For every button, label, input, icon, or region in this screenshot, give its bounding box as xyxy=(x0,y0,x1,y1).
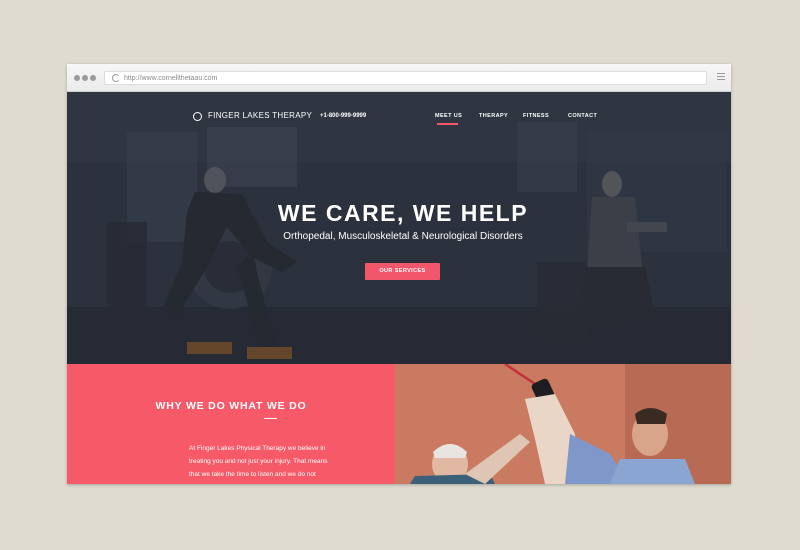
nav-item-therapy[interactable]: THERAPY xyxy=(479,111,508,121)
menu-icon[interactable] xyxy=(717,73,725,83)
browser-window: http://www.cornellthetaau.com FINGER LAK… xyxy=(67,64,731,484)
hero-overlay xyxy=(67,92,731,364)
hero-title: WE CARE, WE HELP xyxy=(277,200,529,226)
hero-subtitle: Orthopedal, Musculoskeletal & Neurologic… xyxy=(283,231,523,242)
nav-item-contact[interactable]: CONTACT xyxy=(568,111,597,121)
why-text-line: At Finger Lakes Physical Therapy we beli… xyxy=(189,445,326,452)
window-dot-close[interactable] xyxy=(74,75,80,81)
our-services-button[interactable]: OUR SERVICES xyxy=(365,263,440,280)
address-bar[interactable]: http://www.cornellthetaau.com xyxy=(104,71,707,85)
why-section: WHY WE DO WHAT WE DO At Finger Lakes Phy… xyxy=(67,364,395,484)
logo-ring-icon[interactable] xyxy=(193,112,202,121)
window-dot-maximize[interactable] xyxy=(90,75,96,81)
browser-chrome: http://www.cornellthetaau.com xyxy=(67,64,731,92)
why-title: WHY WE DO WHAT WE DO xyxy=(155,400,307,412)
why-paragraph: At Finger Lakes Physical Therapy we beli… xyxy=(189,442,359,481)
nav-item-fitness[interactable]: FITNESS xyxy=(523,111,549,121)
why-text-line: treating you and not just your injury. T… xyxy=(189,458,328,465)
brand-name[interactable]: FINGER LAKES THERAPY xyxy=(208,110,312,122)
why-text-line: that we take the time to listen and we d… xyxy=(189,471,316,478)
hero-section: FINGER LAKES THERAPY +1-800-999-9999 MEE… xyxy=(67,92,731,364)
nav-item-meet-us[interactable]: MEET US xyxy=(435,111,462,121)
therapy-session-photo xyxy=(395,364,731,484)
why-divider xyxy=(264,418,277,419)
nav-active-indicator xyxy=(437,123,458,125)
window-dot-minimize[interactable] xyxy=(82,75,88,81)
reload-icon[interactable] xyxy=(112,74,120,82)
phone-number[interactable]: +1-800-999-9999 xyxy=(320,111,366,122)
therapy-photo-illustration xyxy=(395,364,731,484)
url-text: http://www.cornellthetaau.com xyxy=(124,75,218,82)
